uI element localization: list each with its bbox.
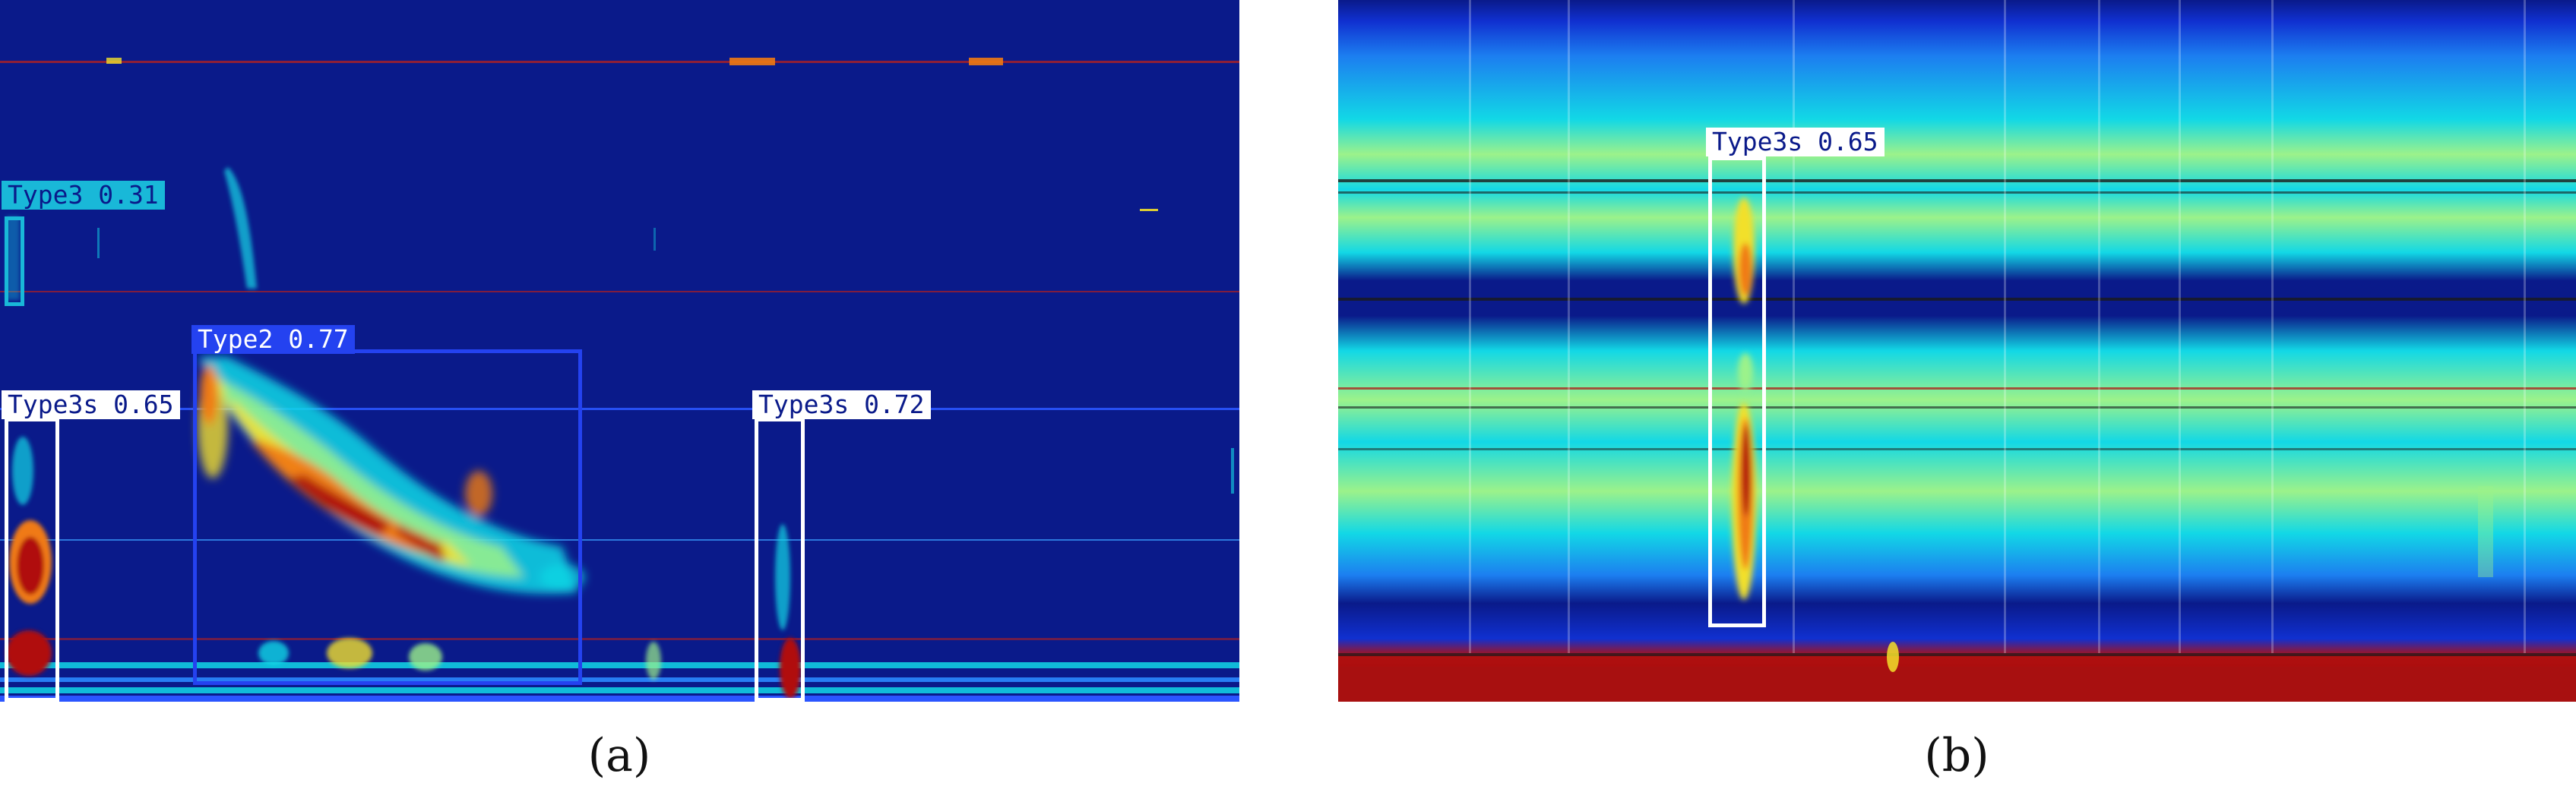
detection-box-type3s-left bbox=[5, 418, 59, 702]
detection-box-type3 bbox=[5, 216, 24, 306]
caption-a: (a) bbox=[587, 729, 651, 782]
detection-box-type3s-right bbox=[755, 418, 805, 702]
spectrogram-panel-a: Type3 0.31 Type2 0.77 Type3s 0.65 Type3s… bbox=[0, 0, 1239, 702]
detection-box-type3s bbox=[1708, 156, 1766, 627]
detection-box-type2 bbox=[193, 349, 582, 685]
spectrogram-panel-b: Type3s 0.65 bbox=[1338, 0, 2576, 702]
detection-label-type3: Type3 0.31 bbox=[2, 181, 165, 210]
detection-label-type3s-left: Type3s 0.65 bbox=[2, 390, 180, 419]
detection-label-type2: Type2 0.77 bbox=[191, 325, 355, 354]
spectrogram-b-image bbox=[1338, 0, 2576, 702]
caption-b: (b) bbox=[1924, 729, 1989, 782]
detection-label-type3s: Type3s 0.65 bbox=[1706, 128, 1885, 156]
spectrogram-a-image bbox=[0, 0, 1239, 702]
detection-label-type3s-right: Type3s 0.72 bbox=[752, 390, 931, 419]
